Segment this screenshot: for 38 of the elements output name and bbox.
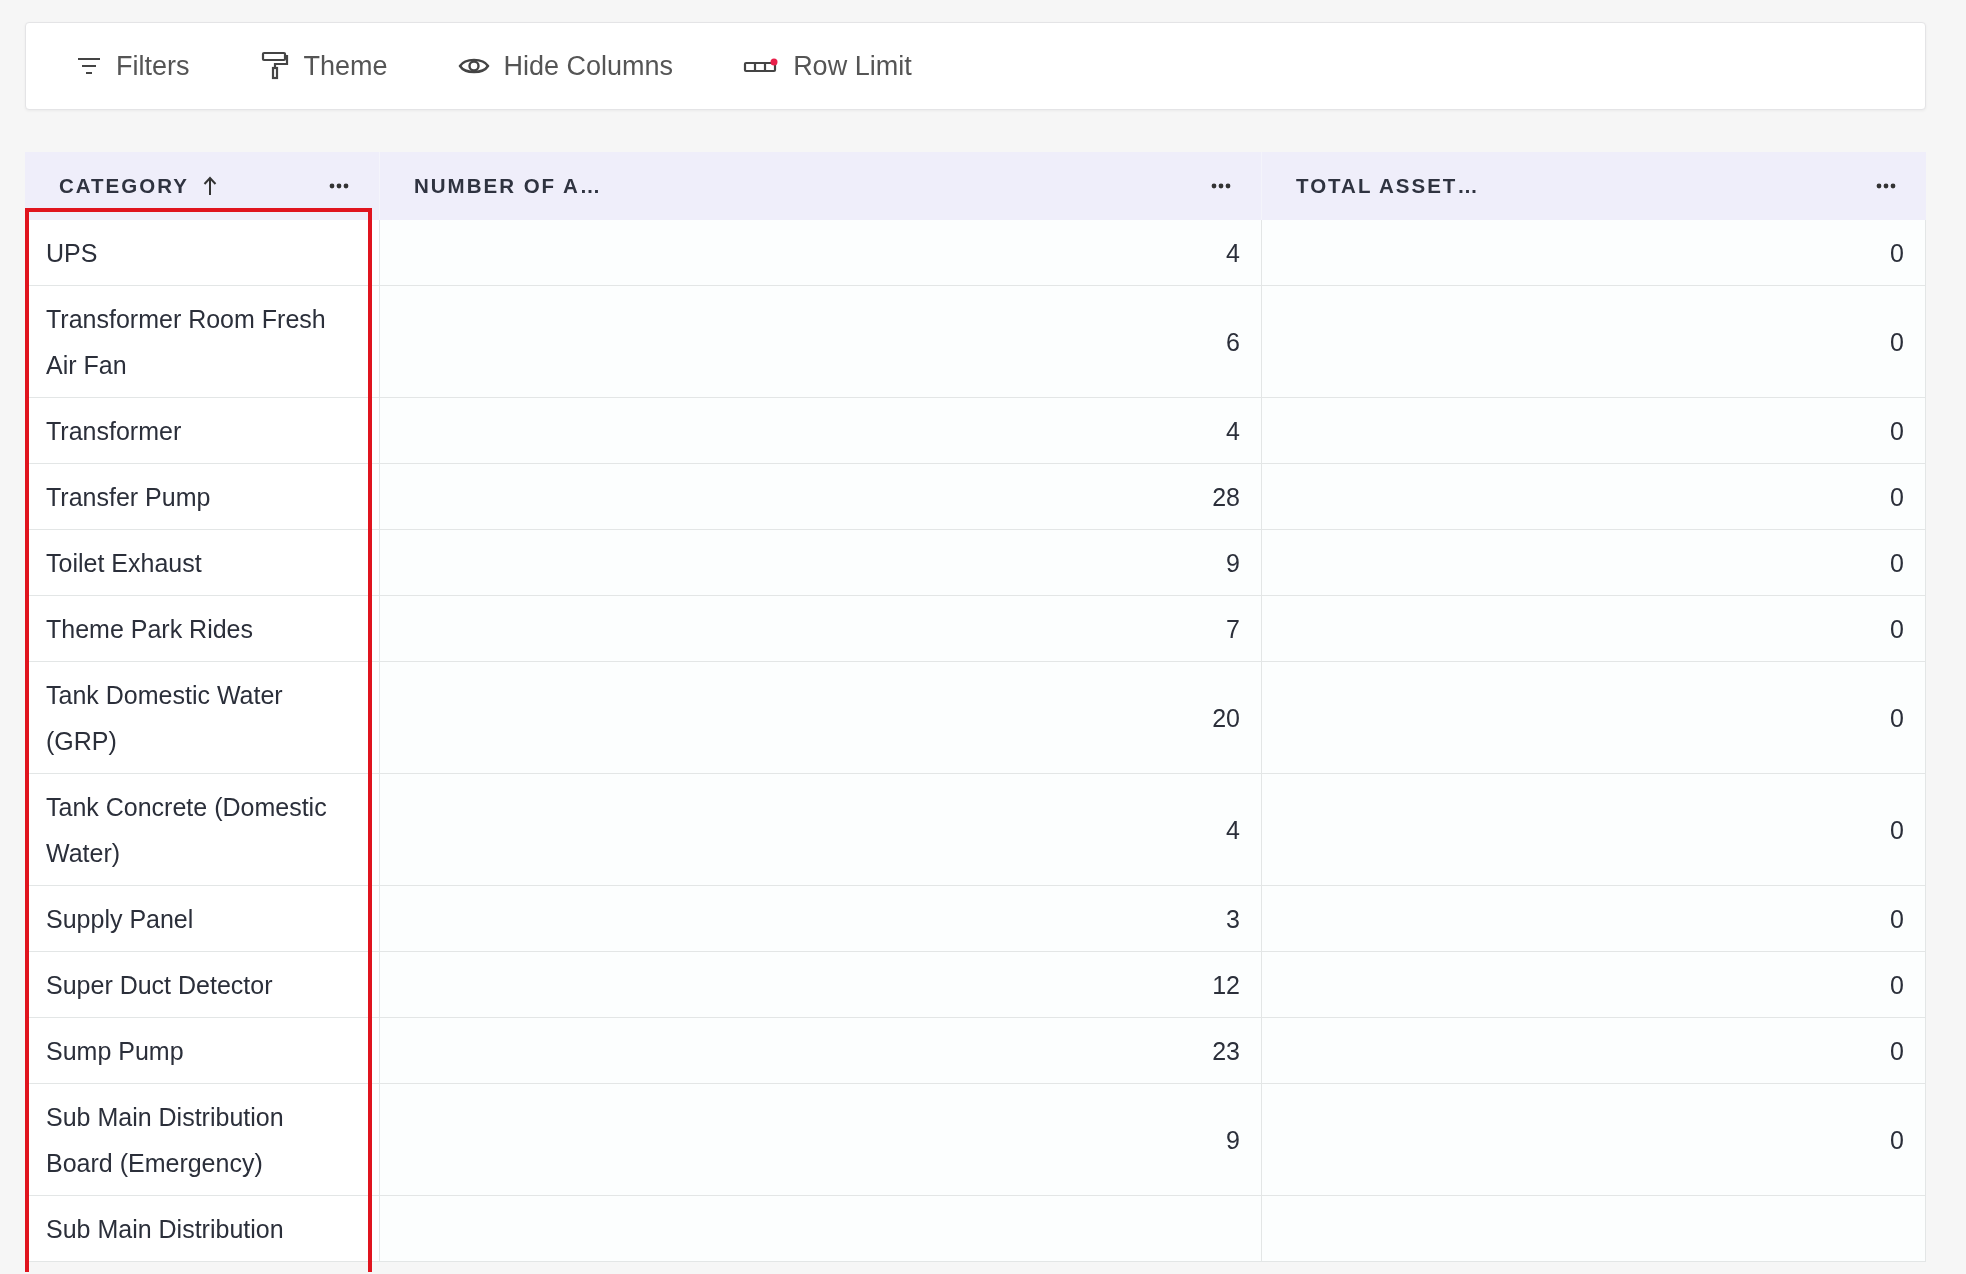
filters-button[interactable]: Filters [76, 42, 190, 90]
table-cell: 20 [380, 662, 1262, 774]
column-header[interactable]: TOTAL ASSET… [1262, 152, 1926, 220]
table-cell: 4 [380, 398, 1262, 464]
table-cell: 0 [1262, 398, 1926, 464]
table-cell: 0 [1262, 1084, 1926, 1196]
table-cell: 3 [380, 886, 1262, 952]
table-cell: 0 [1262, 886, 1926, 952]
table-cell: 0 [1262, 952, 1926, 1018]
table-cell: 0 [1262, 662, 1926, 774]
table-cell: 0 [1262, 464, 1926, 530]
table-cell: 23 [380, 1018, 1262, 1084]
column-title: TOTAL ASSET… [1296, 174, 1480, 198]
more-icon[interactable] [329, 183, 349, 189]
table-cell: 4 [380, 220, 1262, 286]
column-title: NUMBER OF A… [414, 174, 603, 198]
table-cell: 4 [380, 774, 1262, 886]
sort-arrow-icon[interactable] [202, 176, 217, 196]
table-cell: 0 [1262, 530, 1926, 596]
more-icon[interactable] [1876, 183, 1896, 189]
table-cell: 0 [1262, 220, 1926, 286]
table-cell: 0 [1262, 286, 1926, 398]
filter-icon [76, 55, 102, 77]
table-cell: 9 [380, 530, 1262, 596]
table-cell: 0 [1262, 774, 1926, 886]
row-limit-button[interactable]: Row Limit [743, 42, 912, 90]
table-cell: 6 [380, 286, 1262, 398]
table-cell: 28 [380, 464, 1262, 530]
table-cell: 9 [380, 1084, 1262, 1196]
table-cell: 0 [1262, 596, 1926, 662]
table-cell: 7 [380, 596, 1262, 662]
more-icon[interactable] [1211, 183, 1231, 189]
paint-roller-icon [259, 51, 290, 81]
column-title: CATEGORY [59, 174, 189, 198]
hide-columns-button[interactable]: Hide Columns [457, 42, 674, 90]
theme-button[interactable]: Theme [259, 42, 388, 90]
table-cell: 0 [1262, 1018, 1926, 1084]
table-cell: 12 [380, 952, 1262, 1018]
